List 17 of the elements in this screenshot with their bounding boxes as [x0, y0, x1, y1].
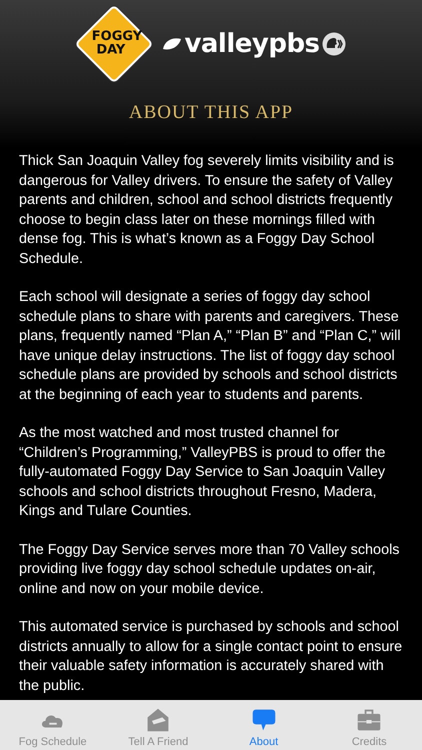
- brand-name: valleypbs: [184, 29, 320, 59]
- profile-head-icon: [322, 32, 346, 56]
- body-paragraph: The Foggy Day Service serves more than 70 Valley schools providing live foggy day school schedule updates on-air, online and now on your mobile device.: [19, 540, 400, 598]
- briefcase-icon: [355, 707, 384, 733]
- body-paragraph: Each school will designate a series of foggy day school schedule plans to share with parents and caregivers. These plans, frequently named “Plan A,” “Plan B” and “Plan C,” will have unique delay instructions. The list of foggy day school schedule plans are provided by schools and school districts at the beginning of each year to students and parents.: [19, 288, 402, 404]
- leaf-icon: [162, 37, 182, 51]
- body-paragraph: This automated service is purchased by schools and school districts annually to allow for a single contact point to ensure their valuable safety information is accurately shared with the public.: [19, 618, 403, 696]
- speech-bubble-icon: [250, 707, 278, 733]
- tab[interactable]: Credits: [316, 700, 422, 750]
- tab[interactable]: About: [211, 700, 316, 750]
- tab[interactable]: Tell A Friend: [106, 700, 211, 750]
- tab[interactable]: Fog Schedule: [0, 700, 106, 750]
- sign-text: DAY: [97, 44, 126, 58]
- sign-text: FOGGY: [92, 30, 142, 44]
- body-paragraph: Thick San Joaquin Valley fog severely limits visibility and is dangerous for Valley drivers. To ensure the safety of Valley parents and children, school and school districts frequently choose to begin class later on these mornings filled with dense fog. This is what’s known as a Foggy Day School Schedule.: [19, 152, 395, 268]
- body-paragraph: As the most watched and most trusted channel for “Children’s Programming,” ValleyPBS is proud to offer the fully-automated Foggy Day Service to San Joaquin Valley schools and school districts throughout Fresno, Madera, Kings and Tulare Counties.: [19, 424, 386, 521]
- page-title: ABOUT THIS APP: [128, 102, 294, 124]
